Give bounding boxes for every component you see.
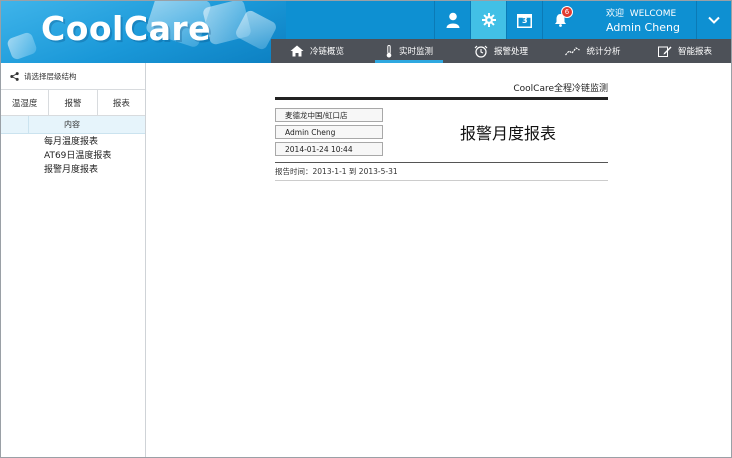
nav-label: 冷链概览	[309, 47, 344, 57]
welcome-word: WELCOME	[629, 9, 677, 19]
report-item-alarm-monthly[interactable]: 报警月度报表	[44, 163, 145, 177]
report-item-at69-daily[interactable]: AT69日温度报表	[44, 149, 145, 163]
app-window: CoolCare CoolCare 3 6 欢迎 WELCOME Admin C…	[0, 0, 732, 458]
hierarchy-selector[interactable]: 请选择层级结构	[1, 63, 145, 89]
nav-label: 智能报表	[677, 47, 712, 57]
store-field: 麦德龙中国/虹口店	[275, 108, 383, 122]
user-menu-toggle[interactable]	[696, 1, 731, 39]
logo-area: CoolCare CoolCare	[1, 1, 286, 63]
settings-button[interactable]	[470, 1, 506, 39]
main-content: CoolCare全程冷链监测 麦德龙中国/虹口店 Admin Cheng 201…	[147, 63, 731, 457]
tab-alarms[interactable]: 报警	[49, 90, 98, 115]
header-spacer	[1, 116, 29, 133]
calendar-day: 3	[522, 16, 528, 25]
home-icon	[290, 45, 304, 57]
report-document: CoolCare全程冷链监测 麦德龙中国/虹口店 Admin Cheng 201…	[275, 81, 608, 181]
nav-item-reports[interactable]: 智能报表	[639, 39, 731, 63]
nav-item-overview[interactable]: 冷链概览	[271, 39, 363, 63]
nav-item-statistics[interactable]: 统计分析	[547, 39, 639, 63]
sidebar: 请选择层级结构 温湿度 报警 报表 内容 每月温度报表 AT69日温度报表 报警…	[1, 63, 146, 457]
main-nav: 冷链概览 实时监测 报警处理 统计分析 智能报表	[271, 39, 731, 63]
nav-label: 报警处理	[493, 47, 528, 57]
logo[interactable]: CoolCare	[41, 9, 211, 48]
datetime-field: 2014-01-24 10:44	[275, 142, 383, 156]
tab-reports[interactable]: 报表	[97, 90, 145, 115]
welcome-block: 欢迎 WELCOME Admin Cheng	[606, 7, 696, 35]
notifications-button[interactable]: 6	[542, 1, 578, 39]
nav-item-realtime[interactable]: 实时监测	[363, 39, 455, 63]
top-toolbar: 3 6 欢迎 WELCOME Admin Cheng	[286, 1, 731, 39]
profile-button[interactable]	[434, 1, 470, 39]
gear-icon	[481, 13, 496, 27]
user-field: Admin Cheng	[275, 125, 383, 139]
chevron-down-icon	[708, 16, 720, 24]
nav-label: 统计分析	[586, 47, 621, 57]
nav-label: 实时监测	[398, 47, 433, 57]
user-icon	[446, 12, 459, 28]
report-title: 报警月度报表	[460, 124, 557, 143]
tab-temperature-humidity[interactable]: 温湿度	[1, 90, 50, 115]
ice-cube-decoration	[6, 31, 38, 61]
report-pen-icon	[657, 46, 672, 57]
calendar-button[interactable]: 3	[506, 1, 542, 39]
report-header-title: CoolCare全程冷链监测	[275, 81, 608, 100]
alarm-clock-icon	[474, 45, 488, 58]
trend-chart-icon	[565, 47, 581, 56]
report-info: 麦德龙中国/虹口店 Admin Cheng 2014-01-24 10:44 报…	[275, 106, 608, 162]
notification-badge: 6	[561, 6, 573, 18]
nav-item-alarms[interactable]: 报警处理	[455, 39, 547, 63]
report-item-monthly-temperature[interactable]: 每月温度报表	[44, 135, 145, 149]
hierarchy-label: 请选择层级结构	[24, 71, 77, 81]
header: CoolCare CoolCare 3 6 欢迎 WELCOME Admin C…	[1, 1, 731, 63]
welcome-prefix: 欢迎	[606, 9, 625, 19]
report-period: 报告时间：2013-1-1 到 2013-5-31	[275, 162, 608, 181]
content-column-header: 内容	[1, 116, 145, 134]
share-nodes-icon	[10, 71, 19, 81]
column-header-label: 内容	[64, 120, 80, 129]
thermometer-icon	[386, 44, 392, 57]
report-list: 每月温度报表 AT69日温度报表 报警月度报表	[1, 134, 145, 177]
user-name: Admin Cheng	[606, 21, 680, 34]
sidebar-tabs: 温湿度 报警 报表	[1, 89, 145, 116]
